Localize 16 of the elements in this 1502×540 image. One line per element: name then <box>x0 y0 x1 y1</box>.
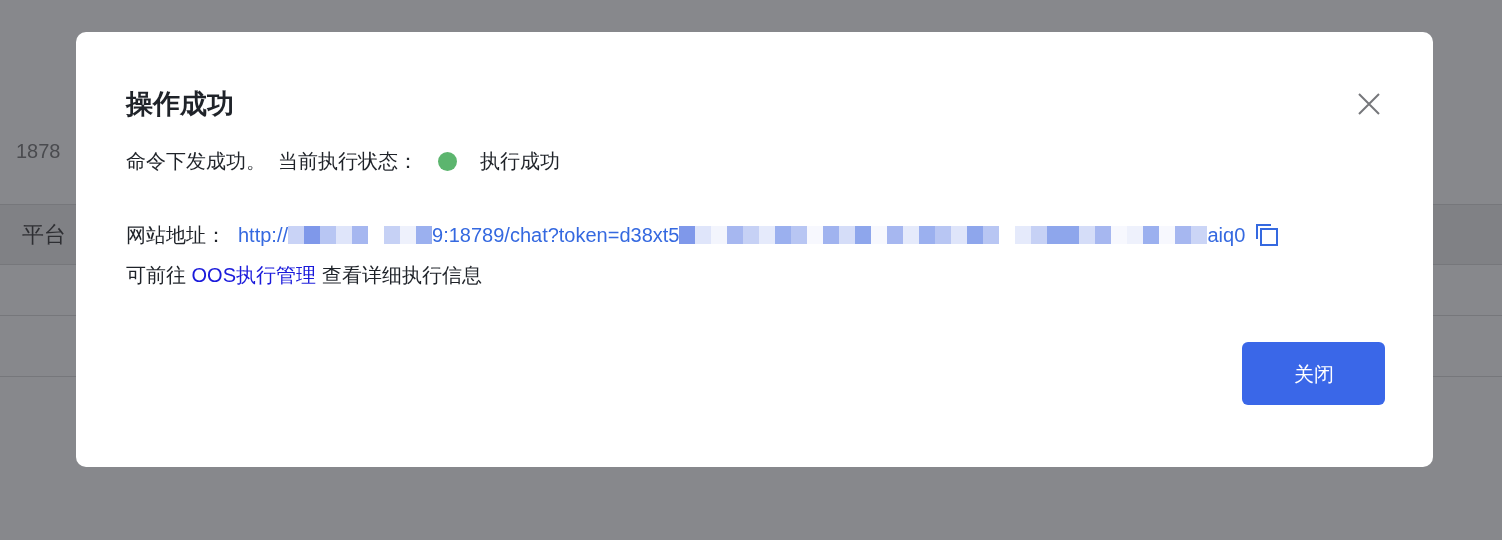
hint-text: 可前往 OOS执行管理 查看详细执行信息 <box>126 263 483 288</box>
url-text: aiq0 <box>1207 223 1246 248</box>
url-text: 9:18789/chat?token=d38xt5 <box>432 223 680 248</box>
copy-icon[interactable] <box>1255 223 1280 247</box>
status-label: 当前执行状态： <box>278 149 418 174</box>
close-dialog-button[interactable]: 关闭 <box>1242 342 1385 405</box>
background-text: 平台 <box>22 221 66 249</box>
status-value: 执行成功 <box>480 149 560 174</box>
close-icon <box>1358 93 1380 115</box>
oos-link[interactable]: OOS执行管理 <box>191 264 316 286</box>
close-button[interactable] <box>1357 92 1381 116</box>
website-label: 网站地址： <box>126 223 226 248</box>
url-text: http:// <box>238 223 289 248</box>
status-message: 命令下发成功。 <box>126 149 266 174</box>
dialog-title: 操作成功 <box>126 90 234 118</box>
background-text: 1878 <box>16 140 61 162</box>
